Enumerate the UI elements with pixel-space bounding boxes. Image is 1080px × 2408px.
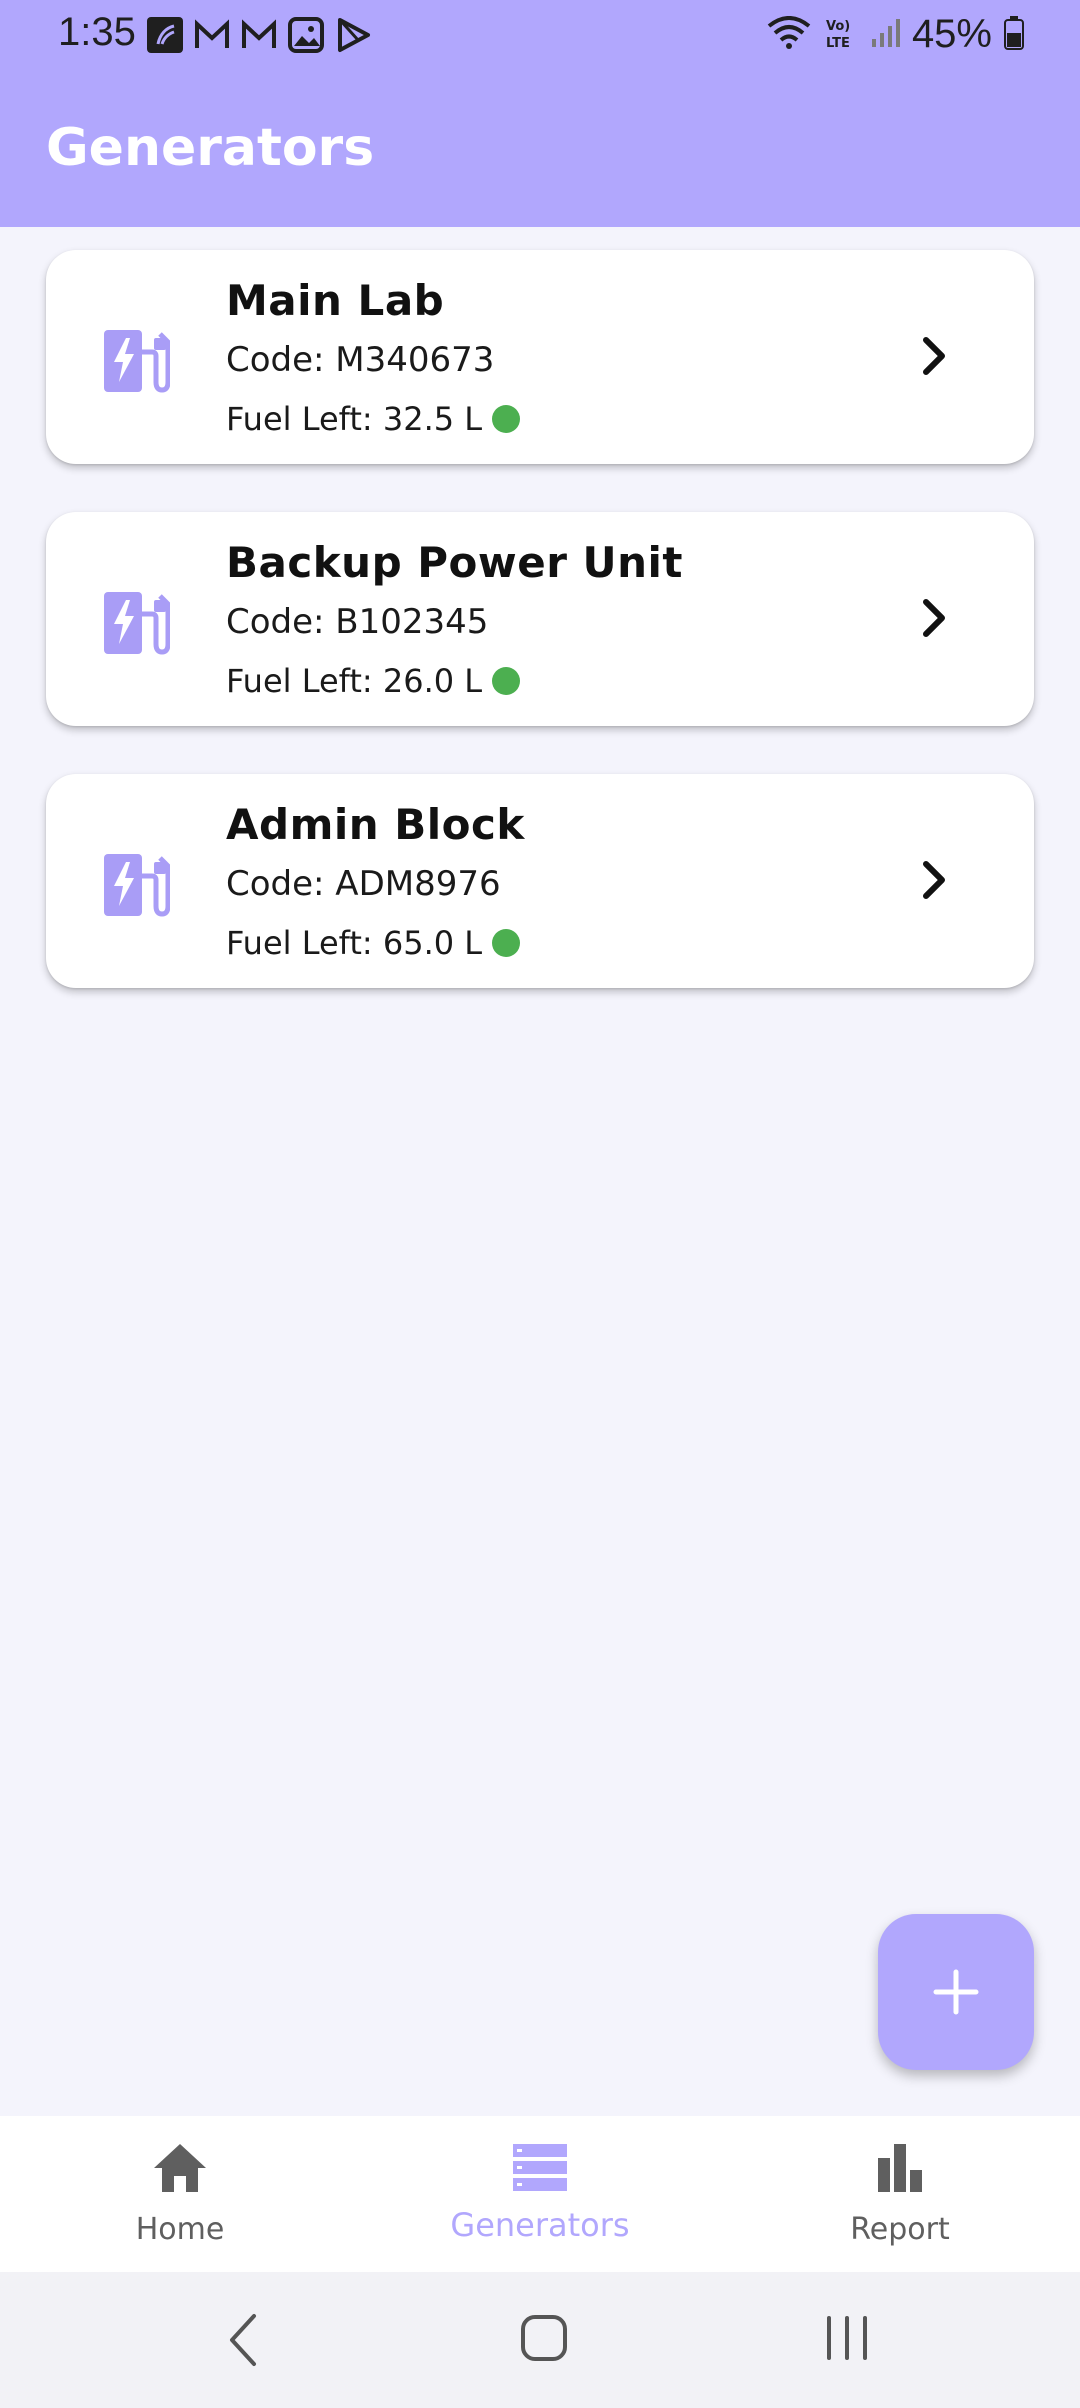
generator-code: Code: ADM8976 — [226, 864, 501, 904]
fuel-left-row: Fuel Left: 32.5 L — [226, 400, 521, 438]
nav-item-home[interactable]: Home — [0, 2116, 360, 2272]
bottom-navigation: Home Generators Report — [0, 2116, 1080, 2272]
list-icon — [513, 2144, 567, 2191]
ev-station-icon — [104, 592, 170, 655]
chevron-right-icon[interactable] — [914, 334, 954, 378]
fuel-left-row: Fuel Left: 26.0 L — [226, 662, 521, 700]
generator-list: Main Lab Code: M340673 Fuel Left: 32.5 L… — [46, 250, 1034, 1036]
generator-card[interactable]: Backup Power Unit Code: B102345 Fuel Lef… — [46, 512, 1034, 726]
signal-icon — [870, 17, 900, 53]
fuel-left-text: Fuel Left: 32.5 L — [226, 400, 483, 438]
status-bar: 1:35 Vo) LTE 45% — [0, 0, 1080, 70]
generator-name: Backup Power Unit — [226, 538, 684, 587]
app-bar: 1:35 Vo) LTE 45% Generators — [0, 0, 1080, 227]
back-icon[interactable] — [228, 2312, 258, 2368]
system-navigation-bar — [0, 2272, 1080, 2408]
nav-label-generators: Generators — [450, 2206, 630, 2244]
generator-code: Code: M340673 — [226, 340, 495, 380]
gmail-icon — [240, 16, 278, 54]
generator-card[interactable]: Admin Block Code: ADM8976 Fuel Left: 65.… — [46, 774, 1034, 988]
recents-icon[interactable] — [824, 2312, 870, 2364]
generator-code: Code: B102345 — [226, 602, 489, 642]
add-generator-button[interactable] — [878, 1914, 1034, 2070]
fuel-status-dot — [492, 667, 521, 695]
battery-percent: 45% — [911, 12, 992, 56]
status-right: Vo) LTE 45% — [766, 12, 1024, 57]
wifi-icon — [766, 15, 812, 54]
svg-text:Vo): Vo) — [826, 19, 850, 34]
gmail-icon — [193, 16, 231, 54]
generator-name: Main Lab — [226, 276, 445, 325]
chevron-right-icon[interactable] — [914, 858, 954, 902]
bar-chart-icon — [878, 2144, 922, 2192]
fuel-left-row: Fuel Left: 65.0 L — [226, 924, 521, 962]
lte-icon: Vo) LTE — [824, 16, 858, 54]
ev-station-icon — [104, 854, 170, 917]
nav-label-home: Home — [135, 2212, 225, 2247]
page-title: Generators — [46, 118, 375, 178]
fuel-status-dot — [492, 405, 521, 433]
notification-icons — [146, 16, 372, 54]
ev-station-icon — [104, 330, 170, 393]
home-icon — [154, 2144, 206, 2192]
svg-text:LTE: LTE — [826, 36, 850, 50]
gallery-icon — [287, 16, 325, 54]
battery-icon — [1004, 15, 1024, 54]
home-circle-icon[interactable] — [520, 2312, 568, 2364]
fuel-left-text: Fuel Left: 65.0 L — [226, 924, 483, 962]
nav-label-report: Report — [850, 2212, 950, 2247]
fuel-left-text: Fuel Left: 26.0 L — [226, 662, 483, 700]
play-store-icon — [334, 16, 372, 54]
generator-card[interactable]: Main Lab Code: M340673 Fuel Left: 32.5 L — [46, 250, 1034, 464]
status-time: 1:35 — [58, 10, 136, 54]
plus-icon — [933, 1969, 979, 2015]
nav-item-report[interactable]: Report — [720, 2116, 1080, 2272]
fuel-status-dot — [492, 929, 521, 957]
nav-item-generators[interactable]: Generators — [360, 2116, 720, 2272]
generator-name: Admin Block — [226, 800, 525, 849]
chevron-right-icon[interactable] — [914, 596, 954, 640]
app-notification-icon — [146, 16, 184, 54]
